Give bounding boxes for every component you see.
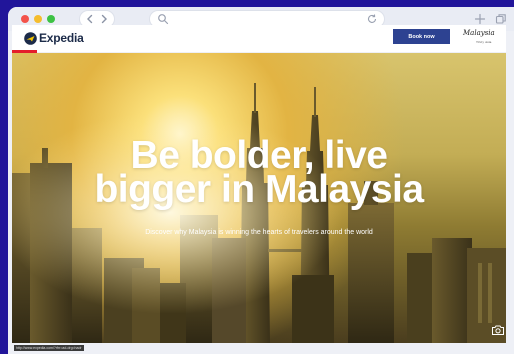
chevron-right-icon[interactable]	[97, 12, 111, 26]
camera-icon[interactable]	[491, 324, 505, 336]
hero-banner[interactable]: Be bolder, live bigger in Malaysia Disco…	[12, 53, 506, 343]
hero-title-line-2: bigger in Malaysia	[94, 168, 424, 211]
expedia-logo[interactable]: Expedia	[24, 31, 84, 45]
minimize-window-button[interactable]	[34, 15, 42, 23]
hero-subtitle: Discover why Malaysia is winning the hea…	[145, 229, 373, 236]
partner-logo-subtext: Truly Asia	[476, 40, 492, 44]
book-now-button[interactable]: Book now	[393, 29, 450, 44]
maximize-window-button[interactable]	[47, 15, 55, 23]
status-url-tooltip: http://www.expedia.com/?rfrr=ad-drg=hadr	[14, 345, 84, 351]
tabs-icon[interactable]	[495, 13, 507, 25]
search-icon	[158, 14, 169, 25]
malaysia-tourism-logo[interactable]: Malaysia Truly Asia	[463, 29, 495, 47]
browser-status-bar	[12, 343, 506, 354]
close-window-button[interactable]	[21, 15, 29, 23]
hero-title: Be bolder, live bigger in Malaysia	[12, 136, 506, 211]
reload-icon[interactable]	[366, 13, 378, 25]
site-header: Expedia Book now Malaysia Truly Asia	[12, 25, 506, 52]
brand-name: Expedia	[39, 31, 84, 45]
chevron-left-icon[interactable]	[83, 12, 97, 26]
partner-logo-text: Malaysia	[463, 29, 495, 37]
plane-icon	[24, 31, 37, 45]
plus-icon[interactable]	[474, 13, 486, 25]
